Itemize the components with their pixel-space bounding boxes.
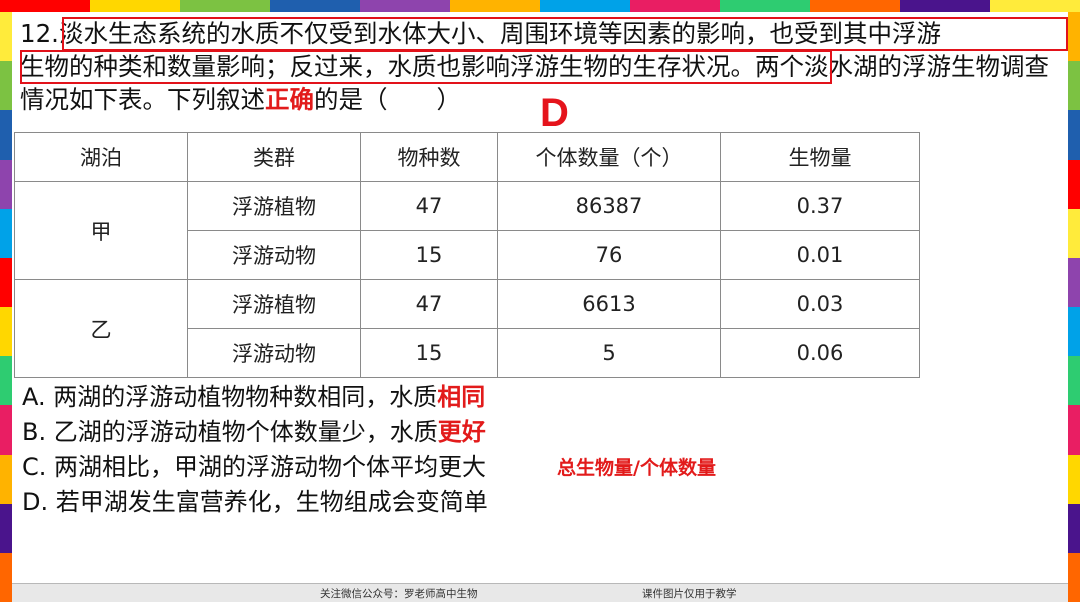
table-header-row: 湖泊 类群 物种数 个体数量（个） 生物量 (14, 132, 920, 182)
cell-group: 浮游动物 (187, 230, 361, 280)
cell-biomass: 0.01 (720, 230, 920, 280)
color-frame-top (0, 0, 1080, 12)
question-highlight: 正确 (265, 85, 314, 114)
question-ending: 的是（ ） (314, 85, 461, 114)
cell-count: 6613 (497, 279, 721, 329)
options: A. 两湖的浮游动植物物种数相同，水质相同 B. 乙湖的浮游动植物个体数量少，水… (22, 380, 488, 520)
footer-right: 课件图片仅用于教学 (642, 588, 737, 600)
cell-biomass: 0.03 (720, 279, 920, 329)
cell-species: 47 (360, 181, 498, 231)
slide: 12.淡水生态系统的水质不仅受到水体大小、周围环境等因素的影响，也受到其中浮游生… (0, 0, 1080, 608)
cell-species: 47 (360, 279, 498, 329)
question-number: 12. (20, 19, 59, 48)
option-a-highlight: 相同 (437, 383, 486, 411)
col-group: 类群 (187, 132, 361, 182)
option-d-text: D. 若甲湖发生富营养化，生物组成会变简单 (22, 488, 488, 516)
option-a-text: A. 两湖的浮游动植物物种数相同，水质 (22, 383, 438, 411)
answer-mark: D (540, 91, 569, 135)
col-biomass: 生物量 (720, 132, 920, 182)
cell-biomass: 0.06 (720, 328, 920, 378)
lake-name: 甲 (14, 181, 188, 280)
cell-species: 15 (360, 328, 498, 378)
col-lake: 湖泊 (14, 132, 188, 182)
option-b-highlight: 更好 (437, 418, 486, 446)
option-b: B. 乙湖的浮游动植物个体数量少，水质更好 (22, 415, 488, 450)
highlight-box-2 (20, 50, 832, 84)
cell-count: 86387 (497, 181, 721, 231)
cell-species: 15 (360, 230, 498, 280)
cell-count: 76 (497, 230, 721, 280)
option-a: A. 两湖的浮游动植物物种数相同，水质相同 (22, 380, 488, 415)
survey-table: 湖泊 类群 物种数 个体数量（个） 生物量 甲 浮游植物 47 86387 0.… (14, 132, 920, 378)
table-row: 乙 浮游植物 47 6613 0.03 (14, 279, 920, 378)
option-d: D. 若甲湖发生富营养化，生物组成会变简单 (22, 485, 488, 520)
col-species: 物种数 (360, 132, 498, 182)
footer-left: 关注微信公众号：罗老师高中生物 (320, 588, 478, 600)
lake-name: 乙 (14, 279, 188, 378)
cell-group: 浮游动物 (187, 328, 361, 378)
option-c: C. 两湖相比，甲湖的浮游动物个体平均更大 (22, 450, 488, 485)
cell-count: 5 (497, 328, 721, 378)
option-c-text: C. 两湖相比，甲湖的浮游动物个体平均更大 (22, 453, 487, 481)
cell-group: 浮游植物 (187, 181, 361, 231)
cell-biomass: 0.37 (720, 181, 920, 231)
footer-bar: 关注微信公众号：罗老师高中生物 课件图片仅用于教学 (12, 583, 1068, 602)
table-row: 甲 浮游植物 47 86387 0.37 (14, 181, 920, 280)
option-b-text: B. 乙湖的浮游动植物个体数量少，水质 (22, 418, 438, 446)
color-frame-left (0, 12, 12, 603)
cell-group: 浮游植物 (187, 279, 361, 329)
annotation-note: 总生物量/个体数量 (557, 457, 716, 479)
highlight-box-1 (62, 17, 1068, 51)
col-count: 个体数量（个） (497, 132, 721, 182)
